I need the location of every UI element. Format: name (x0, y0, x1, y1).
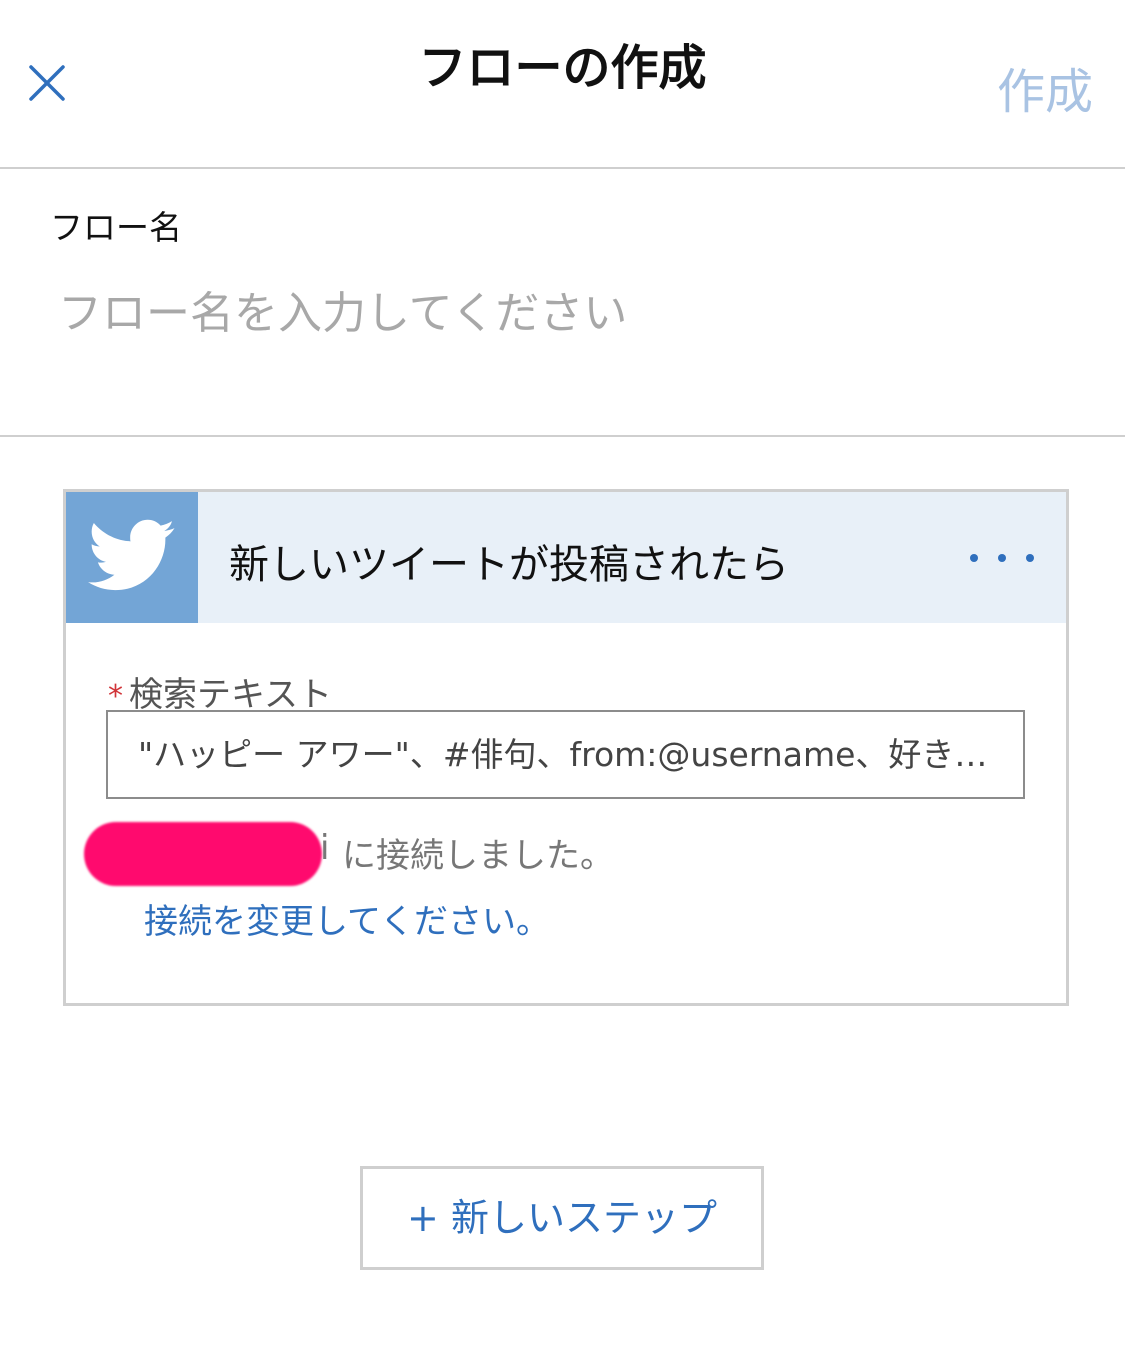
flow-name-label: フロー名 (50, 208, 182, 247)
ellipsis-icon (998, 554, 1006, 562)
new-step-button[interactable]: + 新しいステップ (360, 1166, 764, 1270)
connection-account-suffix: i (320, 828, 330, 868)
flow-name-section: フロー名 (0, 169, 1125, 437)
page-title: フローの作成 (418, 40, 707, 96)
trigger-card: 新しいツイートが投稿されたら *検索テキスト i に接続しました。 接続を変更し… (63, 489, 1069, 1006)
twitter-icon (88, 519, 175, 591)
twitter-tile (66, 492, 198, 623)
trigger-title: 新しいツイートが投稿されたら (229, 542, 789, 588)
more-options-button[interactable] (970, 532, 1036, 582)
search-text-input[interactable] (106, 710, 1025, 799)
trigger-card-header[interactable]: 新しいツイートが投稿されたら (66, 492, 1066, 623)
redaction-mark (84, 822, 322, 886)
create-button[interactable]: 作成 (997, 52, 1093, 122)
ellipsis-icon (970, 554, 978, 562)
change-connection-link[interactable]: 接続を変更してください。 (144, 894, 550, 943)
create-flow-page: フローの作成 作成 フロー名 新しいツイートが投稿されたら *検索テキスト i (0, 0, 1125, 1345)
search-text-label-text: 検索テキスト (129, 675, 332, 715)
search-text-label: * 検索テキスト (108, 667, 332, 716)
header: フローの作成 作成 (0, 0, 1125, 169)
required-marker: * (108, 679, 123, 714)
ellipsis-icon (1026, 554, 1034, 562)
flow-name-input[interactable] (52, 273, 1064, 353)
connection-status: に接続しました。 (342, 836, 614, 876)
